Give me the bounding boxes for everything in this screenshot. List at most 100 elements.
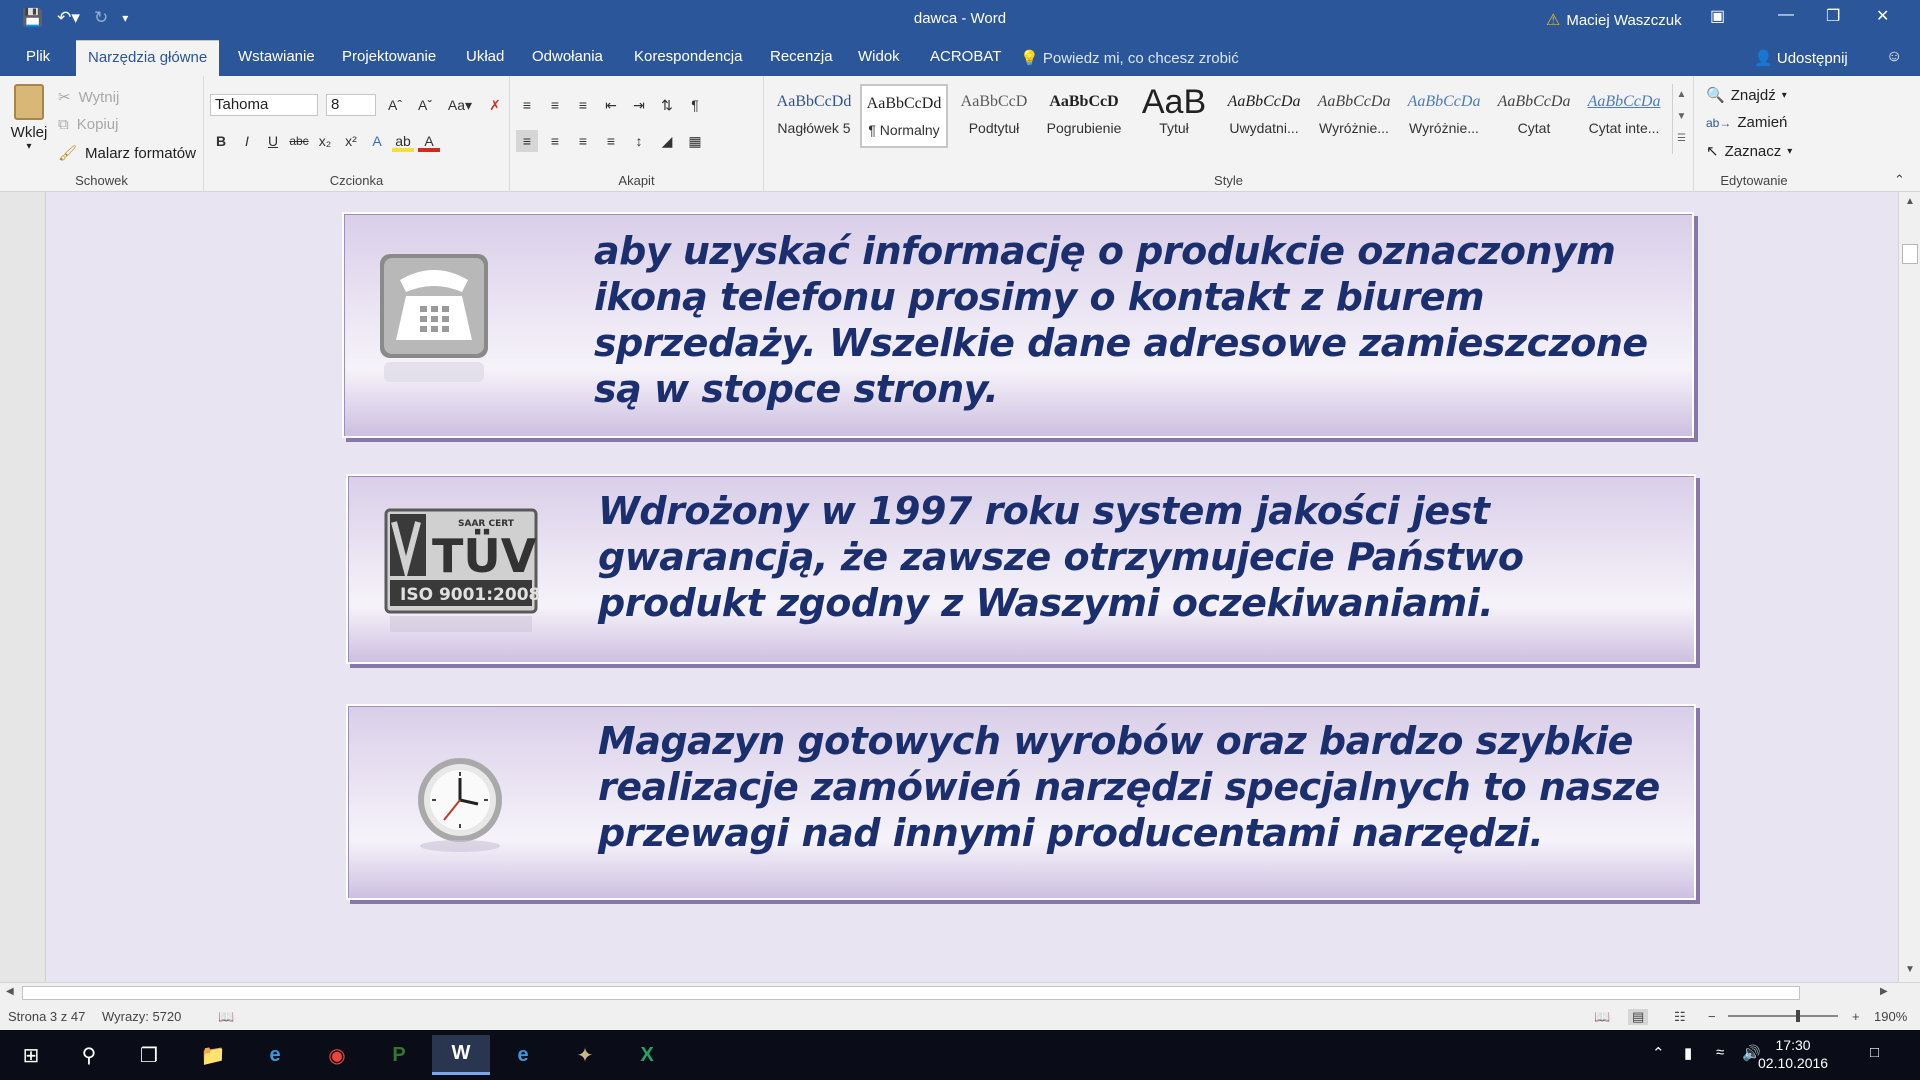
style-emphasis[interactable]: AaBbCcDa Wyróżnie... (1310, 84, 1398, 148)
page-count[interactable]: Strona 3 z 47 (8, 1009, 85, 1024)
tab-insert[interactable]: Wstawianie (226, 40, 327, 76)
style-normal[interactable]: AaBbCcDd ¶ Normalny (860, 84, 948, 148)
tab-view[interactable]: Widok (846, 40, 912, 76)
paste-button[interactable]: Wklej ▾ (8, 84, 50, 152)
sort-icon[interactable]: ⇅ (656, 94, 678, 116)
tab-review[interactable]: Recenzja (758, 40, 845, 76)
underline-icon[interactable]: U (262, 130, 284, 152)
change-case-icon[interactable]: Aa▾ (444, 94, 476, 116)
decrease-indent-icon[interactable]: ⇤ (600, 94, 622, 116)
scroll-left-icon[interactable]: ◀ (6, 986, 14, 997)
align-left-icon[interactable]: ≡ (516, 130, 538, 152)
line-spacing-icon[interactable]: ↕ (628, 130, 650, 152)
task-view-icon[interactable]: ❐ (120, 1035, 178, 1075)
shading-icon[interactable]: ◢ (656, 130, 678, 152)
minimize-icon[interactable]: — (1778, 6, 1794, 24)
multilevel-list-icon[interactable]: ≡ (572, 94, 594, 116)
web-layout-icon[interactable]: ☷ (1674, 1009, 1686, 1025)
justify-icon[interactable]: ≡ (600, 130, 622, 152)
bold-icon[interactable]: B (210, 130, 232, 152)
cut-button[interactable]: ✂ Wytnij (58, 88, 119, 107)
tab-home[interactable]: Narzędzia główne (76, 40, 220, 76)
file-explorer-icon[interactable]: 📁 (184, 1035, 242, 1075)
style-subtitle[interactable]: AaBbCcD Podtytuł (950, 84, 1038, 148)
grow-font-icon[interactable]: Aˆ (384, 94, 406, 116)
strikethrough-icon[interactable]: abc (288, 130, 310, 152)
shrink-font-icon[interactable]: Aˇ (414, 94, 436, 116)
style-title[interactable]: AaB Tytuł (1130, 84, 1218, 148)
vertical-scrollbar[interactable]: ▲ ▼ (1898, 192, 1920, 982)
align-right-icon[interactable]: ≡ (572, 130, 594, 152)
zoom-slider-thumb[interactable] (1796, 1010, 1800, 1022)
proofing-icon[interactable]: 📖 (218, 1009, 234, 1025)
read-mode-icon[interactable]: 📖 (1594, 1009, 1610, 1025)
replace-button[interactable]: ab→ Zamień (1706, 114, 1787, 131)
style-intense-quote[interactable]: AaBbCcDa Cytat inte... (1580, 84, 1668, 148)
increase-indent-icon[interactable]: ⇥ (628, 94, 650, 116)
subscript-icon[interactable]: x₂ (314, 130, 336, 152)
ribbon-display-options-icon[interactable]: ▣ (1710, 6, 1725, 26)
show-hidden-icons-icon[interactable]: ⌃ (1652, 1044, 1665, 1062)
scroll-right-icon[interactable]: ▶ (1880, 986, 1888, 997)
zoom-level[interactable]: 190% (1874, 1009, 1907, 1024)
pilcrow-icon[interactable]: ¶ (684, 94, 706, 116)
share-button[interactable]: 👤 Udostępnij (1754, 49, 1848, 67)
style-heading-5[interactable]: AaBbCcDd Nagłówek 5 (770, 84, 858, 148)
word-icon[interactable]: W (432, 1035, 490, 1075)
restore-icon[interactable]: ❐ (1826, 6, 1840, 26)
tab-mailings[interactable]: Korespondencja (622, 40, 754, 76)
font-size-combo[interactable]: 8 (326, 94, 376, 116)
find-button[interactable]: 🔍 Znajdź ▾ (1706, 86, 1787, 105)
format-painter-button[interactable]: 🖌 Malarz formatów (58, 144, 196, 163)
app-icon[interactable]: ✦ (556, 1035, 614, 1075)
horizontal-scroll-thumb[interactable] (22, 986, 1800, 1000)
search-icon[interactable]: ⚲ (60, 1035, 118, 1075)
zoom-in-icon[interactable]: + (1852, 1009, 1860, 1024)
horizontal-scrollbar[interactable]: ◀ ▶ (0, 982, 1920, 1002)
close-icon[interactable]: ✕ (1876, 6, 1889, 26)
zoom-out-icon[interactable]: − (1708, 1009, 1716, 1024)
clock[interactable]: 17:30 02.10.2016 (1758, 1036, 1828, 1072)
edge-icon[interactable]: e (494, 1035, 552, 1075)
borders-icon[interactable]: ▦ (684, 130, 706, 152)
internet-explorer-icon[interactable]: e (246, 1035, 304, 1075)
scroll-down-icon[interactable]: ▼ (1905, 964, 1915, 975)
text-effects-icon[interactable]: A (366, 130, 388, 152)
style-quote[interactable]: AaBbCcDa Cytat (1490, 84, 1578, 148)
tab-references[interactable]: Odwołania (520, 40, 615, 76)
print-layout-icon[interactable]: ▤ (1628, 1009, 1649, 1025)
style-strong[interactable]: AaBbCcD Pogrubienie (1040, 84, 1128, 148)
italic-icon[interactable]: I (236, 130, 258, 152)
styles-gallery-scroll[interactable]: ▲ ▼ ☰ (1672, 84, 1690, 154)
copy-button[interactable]: ⧉ Kopiuj (58, 116, 118, 133)
tab-file[interactable]: Plik (14, 40, 62, 76)
project-icon[interactable]: P (370, 1035, 428, 1075)
align-center-icon[interactable]: ≡ (544, 130, 566, 152)
excel-icon[interactable]: X (618, 1035, 676, 1075)
word-count[interactable]: Wyrazy: 5720 (102, 1009, 181, 1024)
battery-icon[interactable]: ▮ (1684, 1044, 1692, 1062)
superscript-icon[interactable]: x² (340, 130, 362, 152)
document-page[interactable]: aby uzyskać informację o produkcie oznac… (46, 192, 1898, 982)
zoom-slider[interactable] (1728, 1015, 1838, 1017)
style-intense-emphasis[interactable]: AaBbCcDa Wyróżnie... (1400, 84, 1488, 148)
wifi-icon[interactable]: ≈ (1716, 1044, 1724, 1061)
bullets-icon[interactable]: ≡ (516, 94, 538, 116)
vertical-scroll-thumb[interactable] (1902, 244, 1918, 264)
style-subtle-emphasis[interactable]: AaBbCcDa Uwydatni... (1220, 84, 1308, 148)
tell-me-box[interactable]: 💡 Powiedz mi, co chcesz zrobić (1020, 49, 1239, 67)
chrome-icon[interactable]: ◉ (308, 1035, 366, 1075)
user-account[interactable]: ⚠ Maciej Waszczuk (1546, 10, 1682, 30)
scroll-up-icon[interactable]: ▲ (1905, 196, 1915, 207)
font-color-icon[interactable]: A (418, 130, 440, 152)
action-center-icon[interactable]: □ (1870, 1044, 1879, 1061)
tab-design[interactable]: Projektowanie (330, 40, 448, 76)
tab-acrobat[interactable]: ACROBAT (918, 40, 1013, 76)
font-name-combo[interactable]: Tahoma (210, 94, 318, 116)
select-button[interactable]: ↖ Zaznacz ▾ (1706, 142, 1792, 161)
numbering-icon[interactable]: ≡ (544, 94, 566, 116)
windows-start-icon[interactable]: ⊞ (2, 1035, 60, 1075)
collapse-ribbon-icon[interactable]: ⌃ (1894, 172, 1905, 188)
tab-layout[interactable]: Układ (454, 40, 516, 76)
feedback-icon[interactable]: ☺ (1886, 48, 1902, 66)
